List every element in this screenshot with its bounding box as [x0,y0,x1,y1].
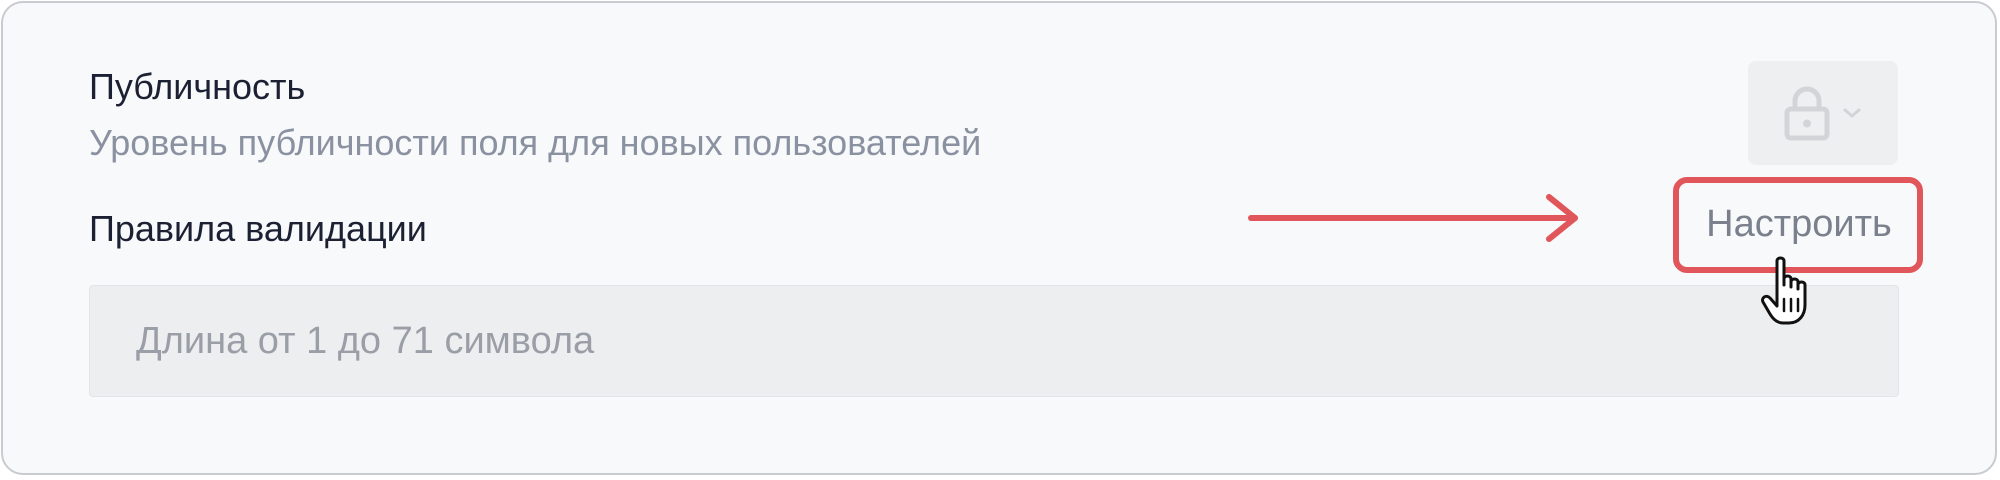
chevron-down-icon [1842,107,1862,119]
hand-pointer-icon [1761,256,1807,325]
validation-rule-field: Длина от 1 до 71 символа [89,285,1899,397]
lock-icon [1784,85,1830,141]
arrow-right-icon [1248,194,1578,242]
validation-rules-label: Правила валидации [89,208,427,249]
configure-button[interactable]: Настроить [1691,191,1907,257]
publicity-title: Публичность [89,66,306,107]
publicity-level-select[interactable] [1748,61,1898,165]
validation-rule-text: Длина от 1 до 71 символа [136,319,595,362]
field-settings-card: Публичность Уровень публичности поля для… [1,1,1997,475]
publicity-description: Уровень публичности поля для новых польз… [89,122,982,163]
